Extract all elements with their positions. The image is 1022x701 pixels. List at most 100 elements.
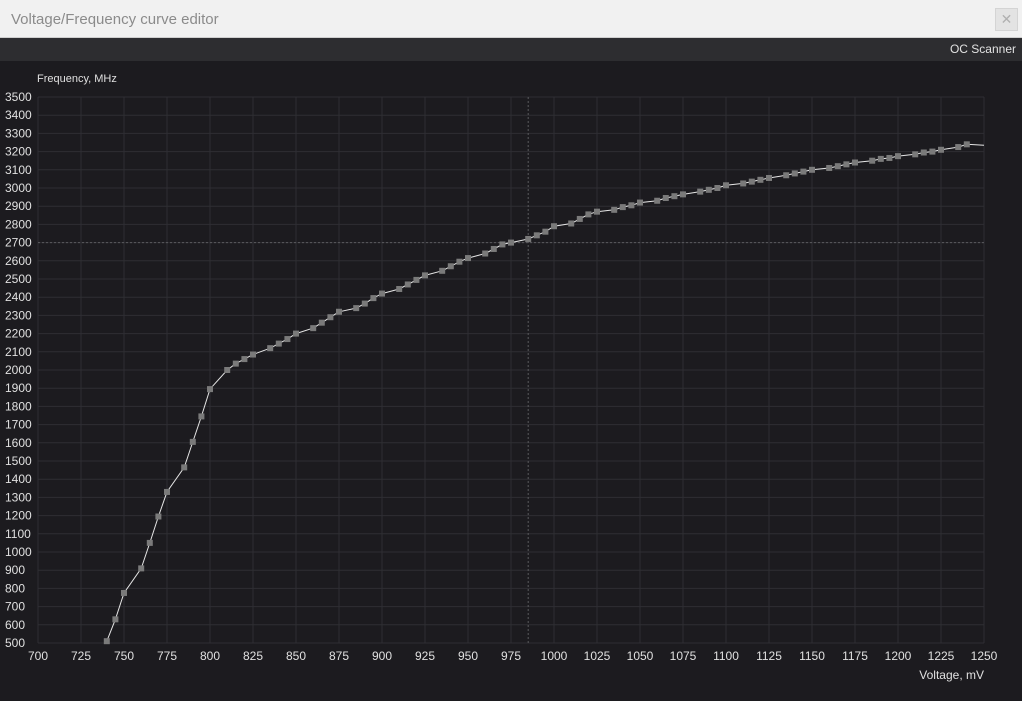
curve-point[interactable] bbox=[938, 146, 944, 153]
curve-point[interactable] bbox=[189, 438, 196, 445]
curve-point[interactable] bbox=[207, 386, 213, 393]
curve-point[interactable] bbox=[250, 351, 256, 358]
curve-point[interactable] bbox=[482, 250, 489, 257]
curve-point[interactable] bbox=[757, 176, 764, 183]
curve-point[interactable] bbox=[714, 185, 721, 191]
curve-point[interactable] bbox=[267, 345, 274, 352]
curve-point[interactable] bbox=[748, 178, 755, 185]
curve-point[interactable] bbox=[955, 144, 962, 151]
y-tick-label: 1500 bbox=[5, 454, 32, 468]
curve-point[interactable] bbox=[379, 290, 385, 297]
curve-point[interactable] bbox=[533, 232, 540, 239]
curve-point[interactable] bbox=[576, 215, 583, 222]
curve-point[interactable] bbox=[396, 286, 403, 293]
curve-point[interactable] bbox=[121, 589, 127, 596]
curve-point[interactable] bbox=[697, 188, 704, 195]
curve-point[interactable] bbox=[198, 413, 205, 420]
curve-point[interactable] bbox=[783, 172, 790, 179]
curve-point[interactable] bbox=[370, 295, 377, 302]
y-tick-label: 800 bbox=[5, 581, 25, 595]
curve-point[interactable] bbox=[551, 223, 557, 230]
curve-point[interactable] bbox=[594, 208, 600, 215]
curve-point[interactable] bbox=[766, 174, 772, 181]
curve-point[interactable] bbox=[232, 360, 239, 367]
curve-point[interactable] bbox=[499, 241, 506, 248]
curve-point[interactable] bbox=[138, 565, 145, 572]
x-tick-label: 1075 bbox=[670, 649, 697, 663]
curve-point[interactable] bbox=[439, 267, 446, 274]
curve-point[interactable] bbox=[465, 255, 471, 262]
curve-point[interactable] bbox=[869, 157, 876, 164]
curve-point[interactable] bbox=[834, 163, 841, 170]
curve-point[interactable] bbox=[525, 235, 532, 242]
curve-point[interactable] bbox=[671, 193, 678, 200]
y-tick-label: 3000 bbox=[5, 181, 32, 195]
curve-point[interactable] bbox=[929, 148, 936, 155]
curve-point[interactable] bbox=[456, 258, 463, 265]
curve-point[interactable] bbox=[963, 141, 970, 148]
curve-point[interactable] bbox=[654, 197, 661, 204]
close-button[interactable]: ✕ bbox=[995, 8, 1018, 31]
y-tick-label: 3400 bbox=[5, 108, 32, 122]
curve-point[interactable] bbox=[843, 161, 850, 168]
curve-point[interactable] bbox=[224, 367, 231, 373]
curve-point[interactable] bbox=[404, 281, 411, 288]
curve-point[interactable] bbox=[310, 325, 317, 332]
curve-point[interactable] bbox=[680, 191, 686, 198]
curve-point[interactable] bbox=[877, 155, 884, 162]
curve-point[interactable] bbox=[542, 228, 549, 235]
x-tick-label: 925 bbox=[415, 649, 435, 663]
y-tick-label: 1900 bbox=[5, 381, 32, 395]
curve-point[interactable] bbox=[146, 539, 153, 546]
curve-point[interactable] bbox=[568, 220, 575, 227]
curve-point[interactable] bbox=[637, 199, 643, 206]
curve-point[interactable] bbox=[705, 186, 712, 193]
curve-point[interactable] bbox=[336, 308, 342, 315]
curve-point[interactable] bbox=[585, 211, 592, 218]
curve-point[interactable] bbox=[662, 195, 669, 202]
curve-point[interactable] bbox=[422, 272, 428, 279]
vf-curve-line bbox=[106, 143, 985, 642]
curve-point[interactable] bbox=[852, 159, 858, 166]
vf-curve-chart[interactable]: 500 600 700 800 900 1000 1100 1200 1300 1400 1500 1… bbox=[0, 61, 1022, 696]
y-tick-label: 2600 bbox=[5, 254, 32, 268]
curve-point[interactable] bbox=[809, 166, 815, 173]
curve-point[interactable] bbox=[800, 168, 807, 175]
curve-point[interactable] bbox=[361, 300, 368, 307]
curve-point[interactable] bbox=[103, 638, 110, 645]
curve-point[interactable] bbox=[723, 182, 729, 189]
curve-point[interactable] bbox=[293, 330, 299, 337]
curve-point[interactable] bbox=[353, 305, 360, 312]
curve-point[interactable] bbox=[912, 151, 919, 158]
oc-scanner-button[interactable]: OC Scanner bbox=[950, 42, 1016, 56]
curve-point[interactable] bbox=[490, 245, 497, 252]
curve-point[interactable] bbox=[241, 356, 248, 363]
curve-point[interactable] bbox=[327, 314, 334, 321]
curve-point[interactable] bbox=[284, 336, 291, 343]
x-tick-label: 825 bbox=[243, 649, 263, 663]
curve-point[interactable] bbox=[611, 206, 618, 213]
curve-point[interactable] bbox=[740, 180, 747, 187]
y-tick-label: 2100 bbox=[5, 345, 32, 359]
curve-point[interactable] bbox=[413, 276, 420, 283]
vf-curve-plot[interactable]: 500 600 700 800 900 1000 1100 1200 1300 1400 1500 1… bbox=[0, 61, 1022, 696]
x-tick-label: 1000 bbox=[541, 649, 568, 663]
curve-point[interactable] bbox=[275, 340, 282, 347]
curve-point[interactable] bbox=[895, 153, 901, 160]
y-axis-label: Frequency, MHz bbox=[37, 73, 117, 85]
curve-point[interactable] bbox=[619, 204, 626, 211]
y-tick-label: 2300 bbox=[5, 308, 32, 322]
curve-point[interactable] bbox=[447, 263, 454, 270]
curve-point[interactable] bbox=[164, 488, 170, 495]
curve-point[interactable] bbox=[318, 319, 325, 326]
curve-point[interactable] bbox=[155, 513, 162, 520]
curve-point[interactable] bbox=[508, 239, 514, 246]
curve-point[interactable] bbox=[791, 170, 798, 177]
curve-point[interactable] bbox=[181, 464, 188, 471]
curve-point[interactable] bbox=[920, 149, 927, 156]
curve-point[interactable] bbox=[886, 154, 893, 161]
curve-point[interactable] bbox=[628, 202, 635, 209]
y-tick-label: 1200 bbox=[5, 509, 32, 523]
curve-point[interactable] bbox=[112, 616, 119, 623]
curve-point[interactable] bbox=[826, 164, 833, 171]
